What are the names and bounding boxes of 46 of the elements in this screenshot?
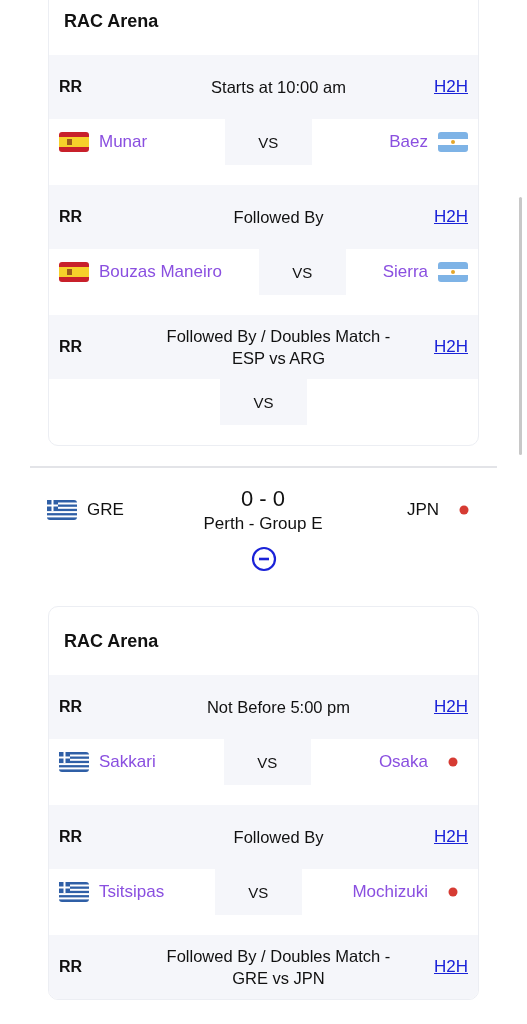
match-time: Followed By / Doubles Match - GRE vs JPN — [165, 946, 392, 989]
player-name[interactable]: Bouzas Maneiro — [99, 262, 222, 282]
scrollbar[interactable] — [519, 197, 522, 455]
round-label: RR — [59, 828, 84, 846]
player-name[interactable]: Baez — [389, 132, 428, 152]
h2h-link[interactable]: H2H — [428, 337, 468, 357]
match-time: Not Before 5:00 pm — [205, 697, 352, 718]
team-code: GRE — [87, 500, 124, 520]
player-name[interactable]: Mochizuki — [352, 882, 428, 902]
h2h-link[interactable]: H2H — [428, 957, 468, 977]
flag-icon — [438, 262, 468, 282]
collapse-icon[interactable] — [250, 546, 277, 572]
flag-icon — [438, 132, 468, 152]
versus-label: VS — [258, 249, 346, 295]
venue-name: RAC Arena — [64, 10, 159, 32]
match-time: Followed By / Doubles Match - ESP vs ARG — [165, 326, 392, 369]
flag-icon — [59, 132, 89, 152]
player-name[interactable]: Munar — [99, 132, 148, 152]
flag-icon — [59, 752, 89, 772]
versus-label: VS — [220, 379, 307, 425]
player-name[interactable]: Tsitsipas — [99, 882, 165, 902]
tie-location: Perth - Group E — [203, 514, 323, 534]
round-label: RR — [59, 208, 84, 226]
versus-label: VS — [224, 119, 312, 165]
round-label: RR — [59, 958, 84, 976]
match-time: Starts at 10:00 am — [210, 77, 347, 98]
player-name[interactable]: Sakkari — [99, 752, 156, 772]
player-name[interactable]: Osaka — [378, 752, 428, 772]
h2h-link[interactable]: H2H — [428, 207, 468, 227]
score: 0 - 0 — [241, 486, 285, 512]
h2h-link[interactable]: H2H — [428, 697, 468, 717]
versus-label: VS — [214, 869, 302, 915]
round-label: RR — [59, 338, 84, 356]
venue-name: RAC Arena — [64, 630, 159, 652]
h2h-link[interactable]: H2H — [428, 77, 468, 97]
team-code: JPN — [406, 500, 439, 520]
round-label: RR — [59, 78, 84, 96]
player-name[interactable]: Sierra — [382, 262, 428, 282]
match-time: Followed By — [232, 827, 325, 848]
round-label: RR — [59, 698, 84, 716]
versus-label: VS — [223, 739, 311, 785]
flag-icon — [47, 500, 77, 520]
flag-icon — [59, 882, 89, 902]
flag-icon — [59, 262, 89, 282]
match-time: Followed By — [232, 207, 325, 228]
h2h-link[interactable]: H2H — [428, 827, 468, 847]
